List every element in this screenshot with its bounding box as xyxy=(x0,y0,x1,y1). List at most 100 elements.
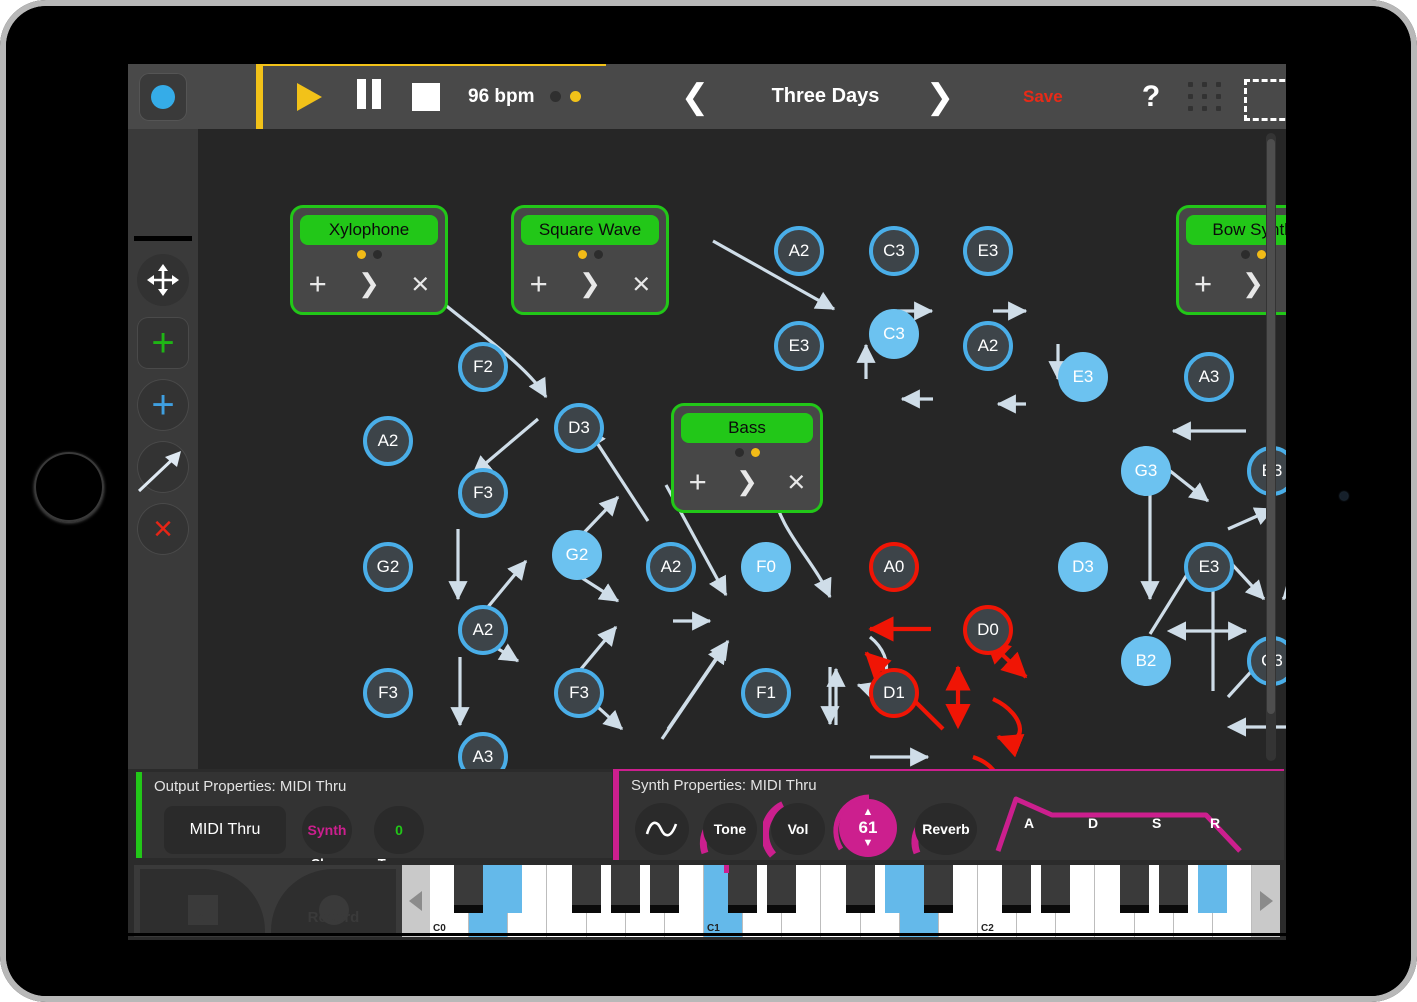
close-icon[interactable]: × xyxy=(411,268,429,299)
note-node[interactable]: G2 xyxy=(552,530,602,580)
note-node[interactable]: F3 xyxy=(554,668,604,718)
close-icon[interactable]: × xyxy=(632,268,650,299)
canvas-scrollbar-thumb[interactable] xyxy=(1267,139,1275,714)
key-area[interactable]: C0C1C2 xyxy=(430,865,1252,937)
previous-song-button[interactable]: ❮ xyxy=(673,64,717,129)
link-tool-button[interactable] xyxy=(137,441,189,493)
output-device-button[interactable]: MIDI Thru xyxy=(164,806,286,854)
add-icon[interactable]: + xyxy=(689,466,707,497)
play-button[interactable] xyxy=(283,64,335,129)
note-node[interactable]: F2 xyxy=(458,342,508,392)
note-node[interactable]: F0 xyxy=(741,542,791,592)
stop-button[interactable] xyxy=(400,64,452,129)
vol-knob[interactable]: Vol xyxy=(771,803,825,855)
song-title[interactable]: Three Days xyxy=(718,64,933,129)
channel-knob[interactable]: Synth Chan xyxy=(302,806,352,854)
app-logo-button[interactable] xyxy=(139,73,187,121)
note-node-label: A2 xyxy=(661,557,682,577)
black-key[interactable] xyxy=(454,865,483,913)
black-key[interactable] xyxy=(846,865,875,913)
record-pad-button[interactable]: Record xyxy=(271,869,396,933)
bpm-readout[interactable]: 96 bpm xyxy=(453,64,535,129)
note-node[interactable]: A2 xyxy=(458,605,508,655)
note-node[interactable]: E3 xyxy=(1058,352,1108,402)
black-key[interactable] xyxy=(924,865,953,913)
chevron-right-icon[interactable]: ❯ xyxy=(736,468,758,494)
note-node[interactable]: D3 xyxy=(1058,542,1108,592)
add-instrument-button[interactable]: + xyxy=(137,317,189,369)
note-node[interactable]: F3 xyxy=(363,668,413,718)
chevron-right-icon[interactable]: ❯ xyxy=(1242,270,1264,296)
add-icon[interactable]: + xyxy=(1194,268,1212,299)
note-node[interactable]: A3 xyxy=(458,732,508,769)
note-node[interactable]: F1 xyxy=(741,668,791,718)
keyboard-scroll-left[interactable] xyxy=(402,865,430,937)
home-button[interactable] xyxy=(34,452,104,522)
note-node[interactable]: D0 xyxy=(963,605,1013,655)
add-icon[interactable]: + xyxy=(530,268,548,299)
black-key[interactable] xyxy=(572,865,601,913)
instrument-xylophone[interactable]: Xylophone + ❯ × xyxy=(290,205,448,315)
note-node[interactable]: E3 xyxy=(1184,542,1234,592)
note-node[interactable]: A2 xyxy=(646,542,696,592)
note-node[interactable]: A2 xyxy=(774,226,824,276)
note-node[interactable]: E3 xyxy=(963,226,1013,276)
chevron-right-icon[interactable]: ❯ xyxy=(358,270,380,296)
note-node-label: C3 xyxy=(883,324,905,344)
black-key[interactable] xyxy=(1041,865,1070,913)
close-icon[interactable]: × xyxy=(787,466,805,497)
black-key[interactable] xyxy=(1002,865,1031,913)
value-stepper[interactable]: ▲ 61 ▼ xyxy=(839,799,897,857)
piano-keyboard[interactable]: C0C1C2 xyxy=(402,865,1280,937)
waveform-knob[interactable] xyxy=(635,803,689,855)
note-node[interactable]: A2 xyxy=(363,416,413,466)
save-button[interactable]: Save xyxy=(1023,64,1063,129)
stepper-up-icon[interactable]: ▲ xyxy=(863,807,874,818)
grid-dots-icon[interactable] xyxy=(1188,82,1234,112)
chevron-right-icon[interactable]: ❯ xyxy=(579,270,601,296)
note-node[interactable]: C3 xyxy=(869,309,919,359)
black-key[interactable] xyxy=(1120,865,1149,913)
next-song-button[interactable]: ❯ xyxy=(918,64,962,129)
note-node[interactable]: C3 xyxy=(869,226,919,276)
note-node[interactable]: A2 xyxy=(963,321,1013,371)
add-note-button[interactable]: + xyxy=(137,379,189,431)
note-node[interactable]: A0 xyxy=(869,542,919,592)
note-node[interactable]: G2 xyxy=(363,542,413,592)
black-key[interactable] xyxy=(650,865,679,913)
marquee-select-icon[interactable] xyxy=(1244,79,1286,121)
delete-tool-button[interactable]: × xyxy=(137,503,189,555)
keyboard-scroll-right[interactable] xyxy=(1252,865,1280,937)
edit-pad-button[interactable]: Edit xyxy=(140,869,265,933)
note-node[interactable]: F3 xyxy=(458,468,508,518)
black-key[interactable] xyxy=(767,865,796,913)
state-dot-2 xyxy=(751,448,760,457)
move-tool-button[interactable] xyxy=(137,254,189,306)
black-key[interactable] xyxy=(493,865,522,913)
reverb-knob[interactable]: Reverb xyxy=(915,803,977,855)
play-icon xyxy=(297,83,322,111)
note-node[interactable]: D1 xyxy=(869,668,919,718)
black-key[interactable] xyxy=(885,865,914,913)
note-node[interactable]: D3 xyxy=(554,403,604,453)
transpose-knob[interactable]: 0 Transp xyxy=(374,806,424,854)
note-node[interactable]: B2 xyxy=(1121,636,1171,686)
black-key[interactable] xyxy=(728,865,757,913)
stepper-down-icon[interactable]: ▼ xyxy=(863,838,874,849)
synth-properties-header: Synth Properties: MIDI Thru xyxy=(619,771,1284,794)
note-node[interactable]: E3 xyxy=(774,321,824,371)
pause-button[interactable] xyxy=(343,64,395,129)
add-icon[interactable]: + xyxy=(309,268,327,299)
tone-knob[interactable]: Tone xyxy=(703,803,757,855)
instrument-square-wave[interactable]: Square Wave + ❯ × xyxy=(511,205,669,315)
note-node[interactable]: A3 xyxy=(1184,352,1234,402)
adsr-envelope[interactable]: A D S R xyxy=(994,793,1269,855)
help-button[interactable]: ? xyxy=(1128,64,1174,129)
instrument-bass[interactable]: Bass + ❯ × xyxy=(671,403,823,513)
black-key[interactable] xyxy=(1159,865,1188,913)
graph-canvas[interactable]: Xylophone + ❯ × Square Wave xyxy=(198,129,1286,769)
bottom-rule xyxy=(128,933,1286,936)
black-key[interactable] xyxy=(1198,865,1227,913)
note-node[interactable]: G3 xyxy=(1121,446,1171,496)
black-key[interactable] xyxy=(611,865,640,913)
